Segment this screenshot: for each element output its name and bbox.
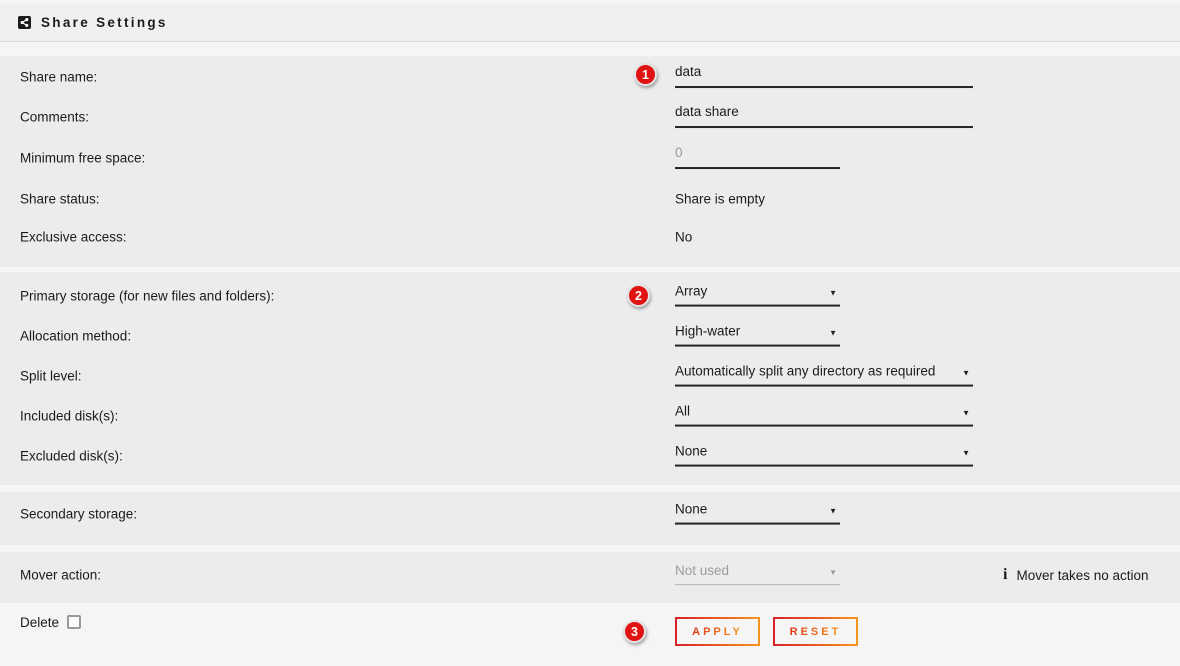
included-disks-value: All: [675, 404, 690, 419]
apply-button-label: APPLY: [692, 626, 743, 638]
caret-down-icon: ▼: [829, 329, 837, 339]
caret-down-icon: ▼: [962, 449, 970, 459]
allocation-method-select[interactable]: High-water ▼: [675, 324, 840, 347]
action-buttons: APPLY RESET: [675, 617, 858, 646]
mover-info: i Mover takes no action: [1003, 567, 1149, 583]
info-icon: i: [1003, 567, 1007, 583]
section-storage-settings: Primary storage (for new files and folde…: [0, 272, 1180, 485]
caret-down-icon: ▼: [962, 369, 970, 379]
min-free-space-label: Minimum free space:: [20, 151, 145, 166]
included-disks-row: Included disk(s): All ▼: [0, 396, 1180, 436]
share-status-value: Share is empty: [675, 192, 765, 207]
delete-checkbox[interactable]: [67, 615, 81, 629]
page-header: Share Settings: [0, 4, 1180, 42]
annotation-marker-2: 2: [627, 284, 650, 307]
share-settings-page: Share Settings Share name: Comments: Min…: [0, 0, 1180, 666]
annotation-marker-3: 3: [623, 620, 646, 643]
apply-button[interactable]: APPLY: [675, 617, 760, 646]
reset-button[interactable]: RESET: [773, 617, 858, 646]
primary-storage-select[interactable]: Array ▼: [675, 284, 840, 307]
exclusive-access-value: No: [675, 230, 692, 245]
mover-action-row: Mover action: Not used ▼ i Mover takes n…: [0, 555, 1180, 595]
included-disks-label: Included disk(s):: [20, 409, 118, 424]
allocation-method-value: High-water: [675, 324, 740, 339]
caret-down-icon: ▼: [829, 289, 837, 299]
mover-action-value: Not used: [675, 563, 729, 578]
min-free-space-row: Minimum free space:: [0, 138, 1180, 178]
excluded-disks-row: Excluded disk(s): None ▼: [0, 436, 1180, 476]
split-level-label: Split level:: [20, 369, 82, 384]
allocation-method-label: Allocation method:: [20, 329, 131, 344]
secondary-storage-label: Secondary storage:: [20, 507, 137, 522]
primary-storage-label: Primary storage (for new files and folde…: [20, 289, 274, 304]
mover-action-select: Not used ▼: [675, 563, 840, 585]
comments-label: Comments:: [20, 110, 89, 125]
split-level-select[interactable]: Automatically split any directory as req…: [675, 364, 973, 387]
exclusive-access-label: Exclusive access:: [20, 230, 127, 245]
share-status-label: Share status:: [20, 192, 100, 207]
share-square-icon: [18, 16, 31, 29]
annotation-marker-1: 1: [634, 63, 657, 86]
footer-actions: Delete APPLY RESET: [0, 603, 1180, 666]
caret-down-icon: ▼: [829, 568, 837, 578]
secondary-storage-row: Secondary storage: None ▼: [0, 494, 1180, 534]
delete-row: Delete: [20, 609, 81, 635]
caret-down-icon: ▼: [829, 507, 837, 517]
share-status-row: Share status: Share is empty: [0, 179, 1180, 219]
excluded-disks-label: Excluded disk(s):: [20, 449, 123, 464]
caret-down-icon: ▼: [962, 409, 970, 419]
mover-action-label: Mover action:: [20, 568, 101, 583]
comments-input[interactable]: [675, 104, 973, 128]
exclusive-access-row: Exclusive access: No: [0, 217, 1180, 257]
primary-storage-value: Array: [675, 284, 707, 299]
allocation-method-row: Allocation method: High-water ▼: [0, 316, 1180, 356]
split-level-value: Automatically split any directory as req…: [675, 364, 935, 379]
page-title: Share Settings: [41, 15, 168, 30]
share-name-label: Share name:: [20, 70, 97, 85]
share-name-input[interactable]: [675, 64, 973, 88]
section-mover-action: Mover action: Not used ▼ i Mover takes n…: [0, 552, 1180, 603]
included-disks-select[interactable]: All ▼: [675, 404, 973, 427]
secondary-storage-select[interactable]: None ▼: [675, 502, 840, 525]
primary-storage-row: Primary storage (for new files and folde…: [0, 276, 1180, 316]
section-basic-settings: Share name: Comments: Minimum free space…: [0, 56, 1180, 267]
share-name-row: Share name:: [0, 57, 1180, 97]
secondary-storage-value: None: [675, 502, 707, 517]
section-secondary-storage: Secondary storage: None ▼: [0, 492, 1180, 545]
reset-button-label: RESET: [790, 626, 842, 638]
delete-label: Delete: [20, 615, 59, 630]
excluded-disks-select[interactable]: None ▼: [675, 444, 973, 467]
min-free-space-input[interactable]: [675, 145, 840, 169]
excluded-disks-value: None: [675, 444, 707, 459]
mover-info-text: Mover takes no action: [1016, 568, 1148, 583]
comments-row: Comments:: [0, 97, 1180, 137]
split-level-row: Split level: Automatically split any dir…: [0, 356, 1180, 396]
